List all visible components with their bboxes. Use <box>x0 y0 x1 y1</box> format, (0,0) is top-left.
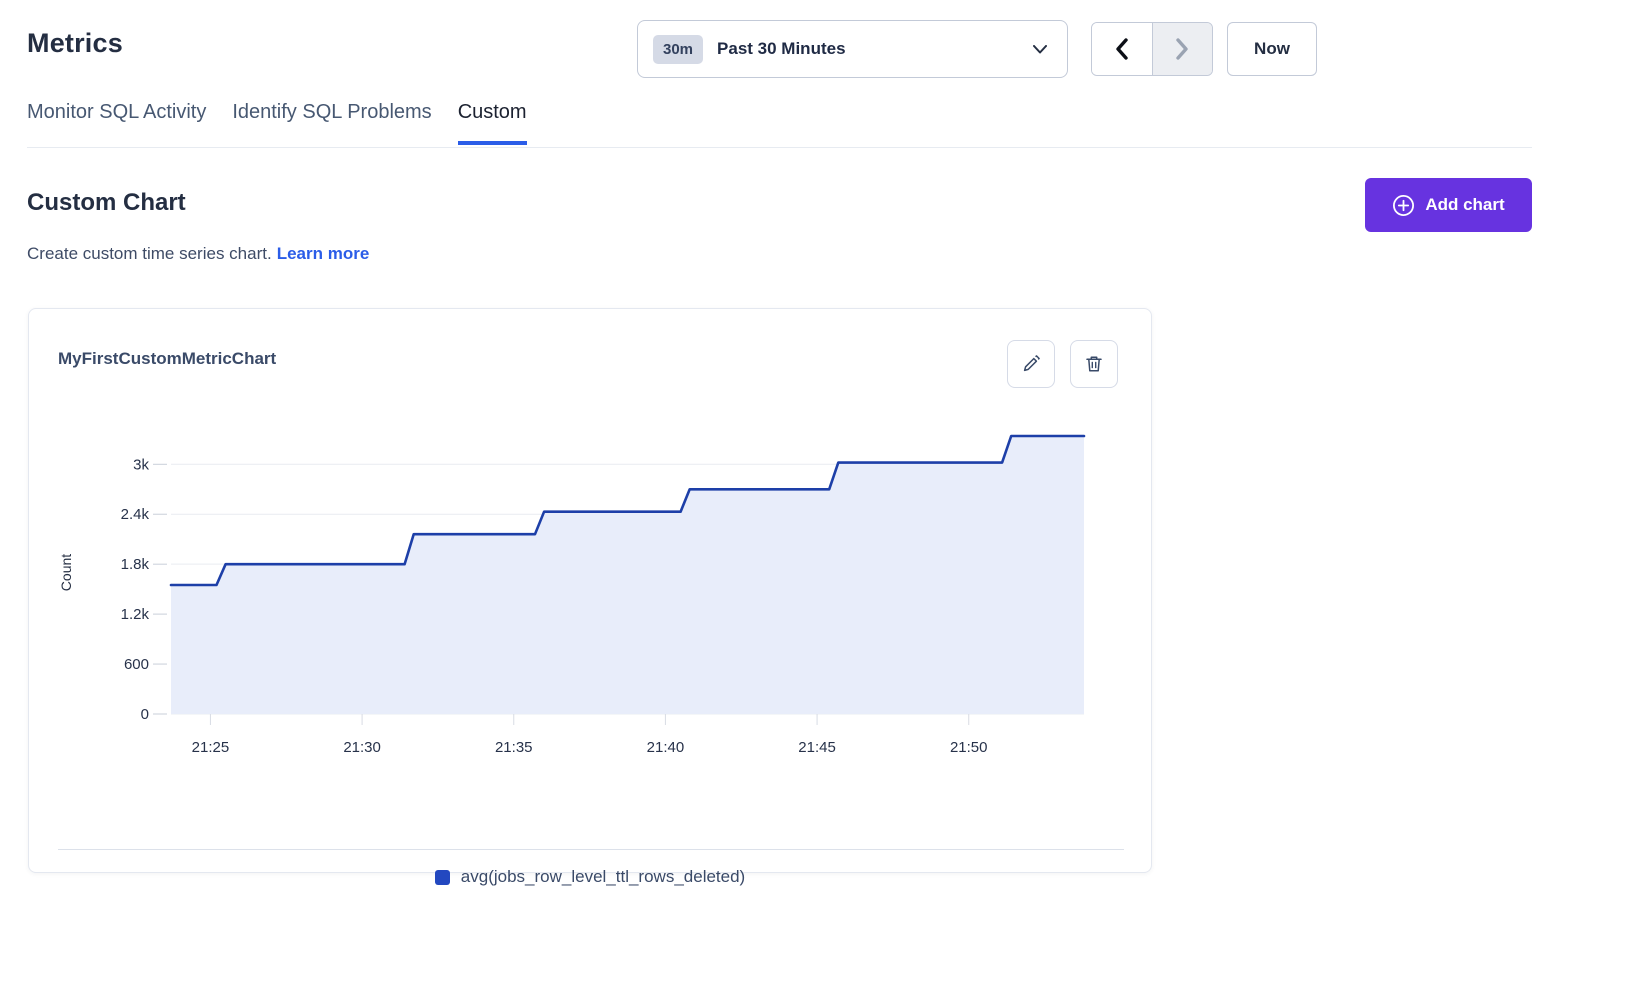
y-axis-title: Count <box>58 554 74 591</box>
y-tick-label: 600 <box>124 656 149 673</box>
tab-custom[interactable]: Custom <box>458 101 527 145</box>
chart-actions <box>1007 340 1118 388</box>
legend-divider <box>58 849 1124 850</box>
y-tick-label: 1.8k <box>121 556 150 573</box>
y-tick-label: 0 <box>141 706 149 723</box>
learn-more-link[interactable]: Learn more <box>277 244 370 263</box>
tabs-divider <box>27 147 1532 148</box>
y-tick-label: 2.4k <box>121 506 150 523</box>
page-title: Metrics <box>27 28 123 59</box>
section-description: Create custom time series chart. Learn mo… <box>27 244 369 264</box>
time-prev-button[interactable] <box>1092 23 1152 75</box>
chevron-down-icon <box>1033 45 1047 54</box>
add-chart-button[interactable]: Add chart <box>1365 178 1532 232</box>
time-range-badge: 30m <box>653 35 703 64</box>
metrics-page: Metrics 30m Past 30 Minutes Now Monitor … <box>0 0 1650 982</box>
y-tick-label: 3k <box>133 456 149 473</box>
x-tick-label: 21:35 <box>495 739 533 756</box>
custom-chart-card: MyFirstCustomMetricChart 0 600 1.2k 1.8k 2.4… <box>28 308 1152 873</box>
x-tick-label: 21:50 <box>950 739 988 756</box>
x-tick-label: 21:45 <box>798 739 836 756</box>
legend-label: avg(jobs_row_level_ttl_rows_deleted) <box>461 867 745 887</box>
x-tick-label: 21:25 <box>192 739 230 756</box>
x-tick-label: 21:40 <box>647 739 685 756</box>
trash-icon <box>1084 354 1104 374</box>
chevron-left-icon <box>1114 38 1130 60</box>
y-tick-label: 1.2k <box>121 606 150 623</box>
section-description-text: Create custom time series chart. <box>27 244 272 263</box>
time-range-dropdown[interactable]: 30m Past 30 Minutes <box>637 20 1068 78</box>
timeseries-plot[interactable]: 0 600 1.2k 1.8k 2.4k 3k 21:25 21:30 21:35 21:40 21… <box>29 409 1153 779</box>
section-heading: Custom Chart <box>27 189 186 217</box>
pencil-icon <box>1021 354 1041 374</box>
edit-chart-button[interactable] <box>1007 340 1055 388</box>
chart-legend: avg(jobs_row_level_ttl_rows_deleted) <box>29 867 1151 887</box>
metrics-tabs: Monitor SQL Activity Identify SQL Proble… <box>27 101 527 145</box>
now-button[interactable]: Now <box>1227 22 1317 76</box>
time-next-button[interactable] <box>1152 23 1213 75</box>
series-area <box>171 436 1084 714</box>
legend-swatch <box>435 870 450 885</box>
plus-circle-icon <box>1392 194 1415 217</box>
chevron-right-icon <box>1174 38 1190 60</box>
tab-monitor-sql-activity[interactable]: Monitor SQL Activity <box>27 101 206 145</box>
x-tick-label: 21:30 <box>343 739 381 756</box>
tab-identify-sql-problems[interactable]: Identify SQL Problems <box>232 101 431 145</box>
time-range-label: Past 30 Minutes <box>717 39 1019 59</box>
add-chart-label: Add chart <box>1425 195 1504 215</box>
time-nav-group <box>1091 22 1213 76</box>
delete-chart-button[interactable] <box>1070 340 1118 388</box>
chart-title: MyFirstCustomMetricChart <box>58 349 276 369</box>
